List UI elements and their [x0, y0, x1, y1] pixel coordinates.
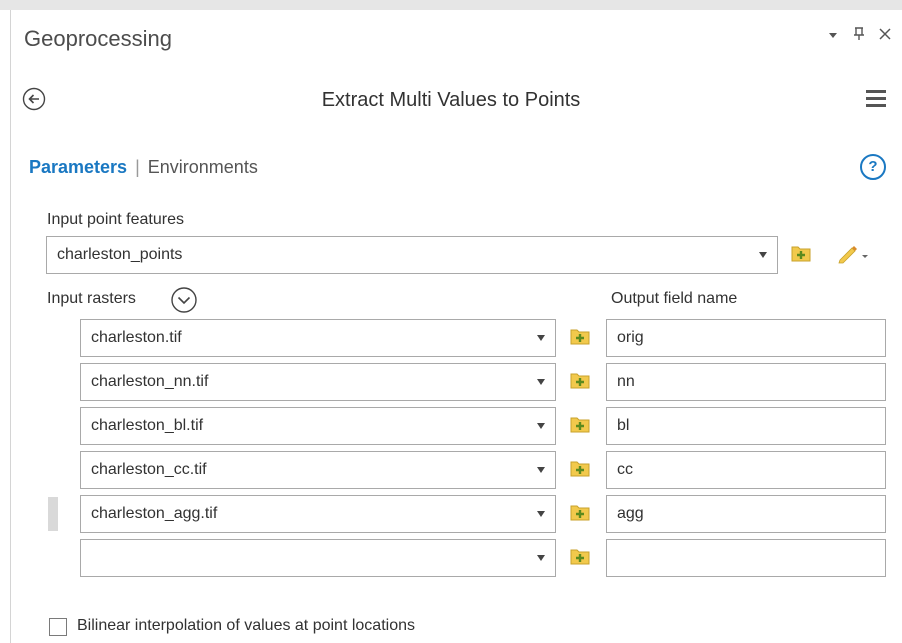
output-field-input[interactable] — [606, 539, 886, 577]
tab-separator: | — [135, 157, 140, 177]
browse-folder-add-icon[interactable] — [570, 502, 590, 522]
help-icon[interactable]: ? — [860, 154, 886, 180]
output-field-input[interactable]: orig — [606, 319, 886, 357]
tab-parameters[interactable]: Parameters — [29, 157, 127, 178]
output-field-name-label: Output field name — [611, 290, 738, 307]
top-border — [0, 0, 902, 10]
chevron-down-icon — [759, 252, 767, 258]
browse-folder-add-icon[interactable] — [570, 458, 590, 478]
output-field-input[interactable]: nn — [606, 363, 886, 401]
output-field-value: agg — [617, 505, 644, 522]
raster-value: charleston.tif — [91, 329, 182, 346]
input-rasters-label: Input rasters — [47, 290, 136, 307]
tab-bar: Parameters | Environments — [29, 157, 258, 178]
output-field-input[interactable]: cc — [606, 451, 886, 489]
output-field-input[interactable]: bl — [606, 407, 886, 445]
menu-icon[interactable] — [866, 90, 886, 108]
browse-folder-add-icon[interactable] — [570, 326, 590, 346]
expand-chevron-icon[interactable] — [170, 286, 198, 314]
chevron-down-icon — [537, 423, 545, 429]
chevron-down-icon — [537, 467, 545, 473]
browse-folder-add-icon[interactable] — [791, 243, 811, 263]
create-features-pencil-icon[interactable] — [836, 242, 870, 264]
options-dropdown-icon[interactable] — [826, 27, 840, 46]
input-point-features-dropdown[interactable]: charleston_points — [46, 236, 778, 274]
input-point-features-value: charleston_points — [57, 246, 183, 263]
raster-dropdown[interactable]: charleston_cc.tif — [80, 451, 556, 489]
raster-dropdown[interactable] — [80, 539, 556, 577]
browse-folder-add-icon[interactable] — [570, 414, 590, 434]
pin-icon[interactable] — [852, 27, 866, 46]
output-field-input[interactable]: agg — [606, 495, 886, 533]
chevron-down-icon — [537, 555, 545, 561]
tab-environments[interactable]: Environments — [148, 157, 258, 178]
browse-folder-add-icon[interactable] — [570, 546, 590, 566]
pane-title: Geoprocessing — [24, 26, 172, 51]
raster-value: charleston_agg.tif — [91, 505, 218, 522]
input-point-features-label: Input point features — [47, 211, 184, 228]
row-drag-handle[interactable] — [48, 497, 58, 531]
raster-value: charleston_bl.tif — [91, 417, 204, 434]
raster-dropdown[interactable]: charleston_nn.tif — [80, 363, 556, 401]
raster-value: charleston_nn.tif — [91, 373, 209, 390]
output-field-value: nn — [617, 373, 635, 390]
raster-dropdown[interactable]: charleston_bl.tif — [80, 407, 556, 445]
output-field-value: orig — [617, 329, 644, 346]
bilinear-label: Bilinear interpolation of values at poin… — [77, 617, 415, 634]
chevron-down-icon — [537, 379, 545, 385]
output-field-value: bl — [617, 417, 630, 434]
bilinear-checkbox[interactable] — [49, 618, 67, 636]
raster-dropdown[interactable]: charleston.tif — [80, 319, 556, 357]
chevron-down-icon — [537, 335, 545, 341]
pane-controls — [826, 27, 892, 46]
raster-dropdown[interactable]: charleston_agg.tif — [80, 495, 556, 533]
geoprocessing-pane: Geoprocessing Extract Multi Values to Po… — [0, 0, 902, 643]
raster-value: charleston_cc.tif — [91, 461, 207, 478]
browse-folder-add-icon[interactable] — [570, 370, 590, 390]
output-field-value: cc — [617, 461, 633, 478]
tool-title: Extract Multi Values to Points — [321, 89, 581, 111]
close-icon[interactable] — [878, 27, 892, 46]
chevron-down-icon — [537, 511, 545, 517]
